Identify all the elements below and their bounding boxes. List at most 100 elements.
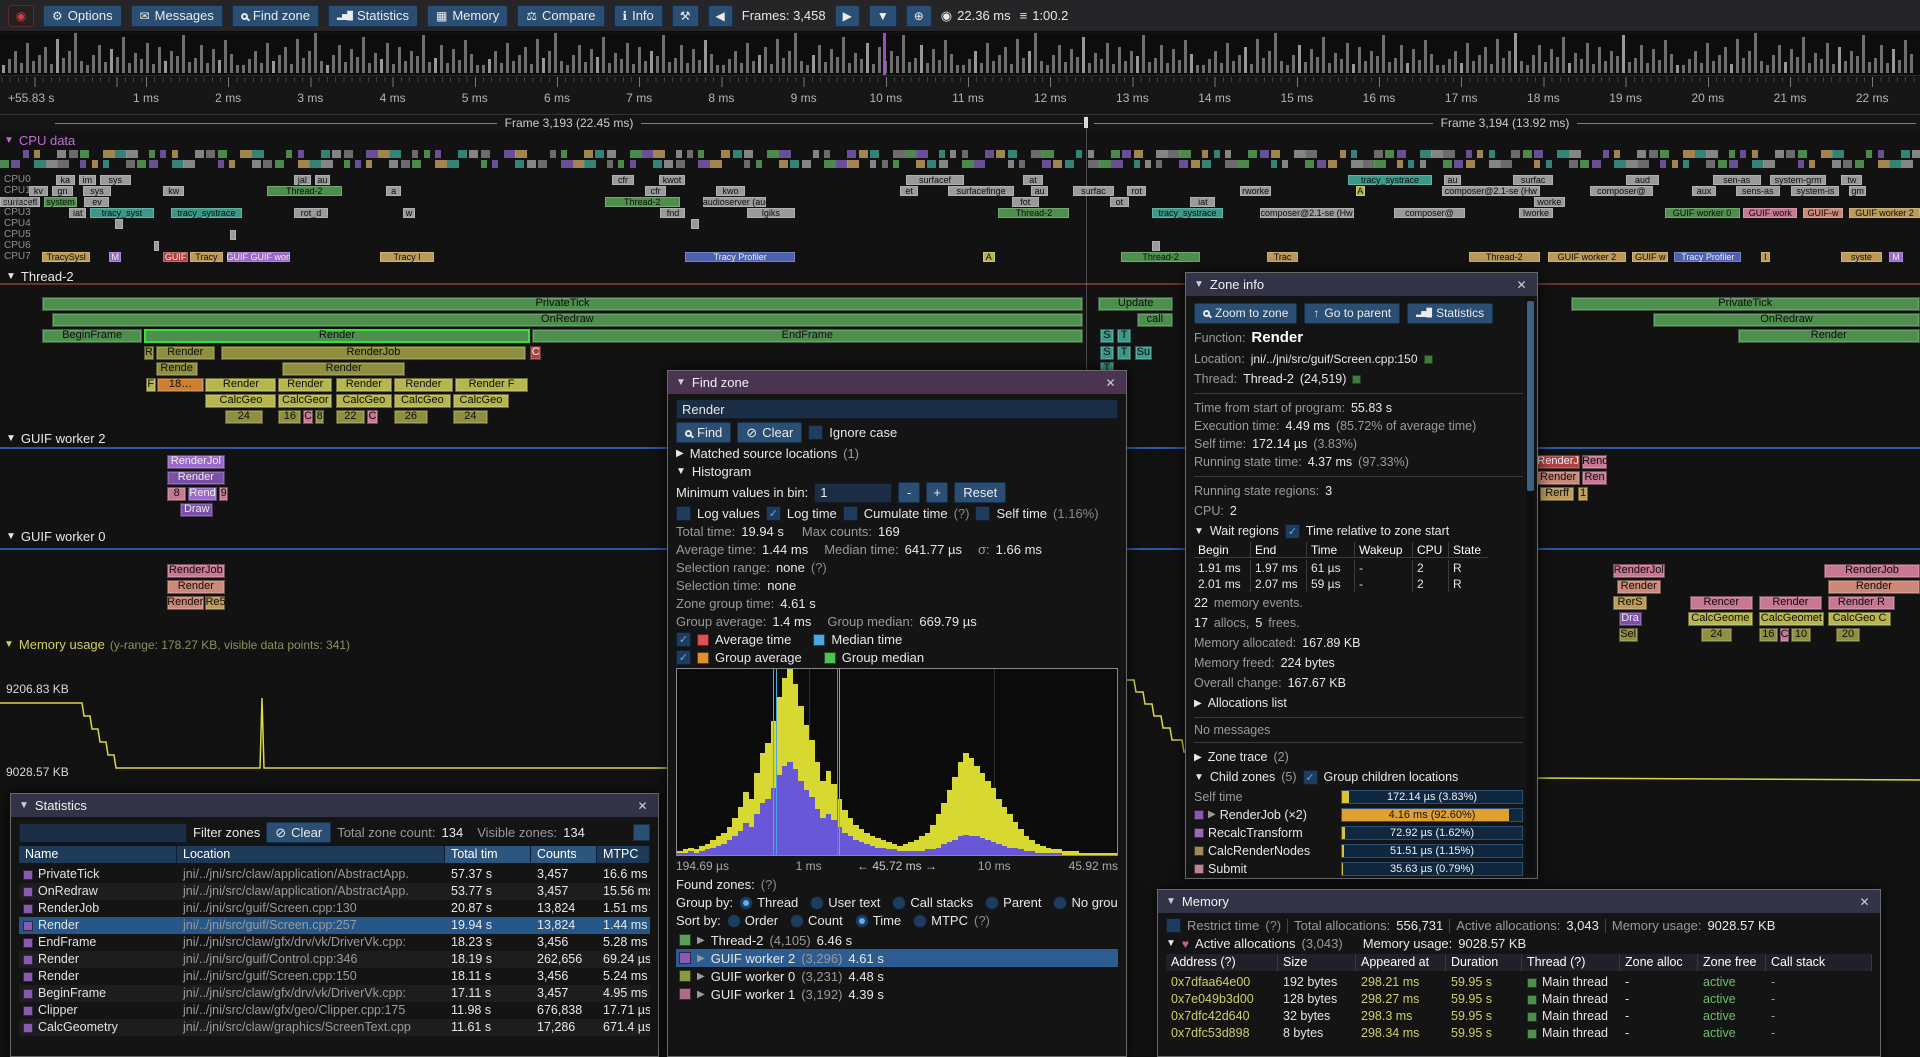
cpu-zone[interactable] — [154, 241, 160, 251]
frame-bar[interactable] — [710, 54, 713, 73]
frame-bar[interactable] — [32, 61, 35, 73]
wait-column-end[interactable]: End — [1250, 542, 1306, 558]
timeline-zone-renderjob[interactable]: RenderJob — [221, 346, 526, 360]
timeline-zone-render[interactable]: Render — [1759, 596, 1822, 610]
frame-bar[interactable] — [26, 43, 29, 73]
timeline-zone-s[interactable]: S — [1100, 329, 1113, 343]
frame-bar[interactable] — [1754, 33, 1757, 73]
ignore-case-checkbox[interactable] — [808, 425, 823, 440]
frame-span-3193[interactable]: Frame 3,193 (22.45 ms) — [55, 115, 1083, 131]
frame-bar[interactable] — [854, 53, 857, 73]
frame-bar[interactable] — [1502, 58, 1505, 73]
statistics-row[interactable]: Renderjni/../jni/src/guif/Screen.cpp:150… — [19, 968, 650, 985]
zoom-to-zone-button[interactable]: Zoom to zone — [1194, 303, 1297, 324]
frame-bar[interactable] — [2, 65, 5, 73]
column-header-duration[interactable]: Duration — [1446, 954, 1522, 971]
frame-bar[interactable] — [464, 40, 467, 73]
frame-bar[interactable] — [1172, 49, 1175, 73]
find-button[interactable]: Find — [676, 422, 731, 443]
frame-bar[interactable] — [1046, 65, 1049, 73]
frame-bar[interactable] — [338, 45, 341, 73]
frame-bar[interactable] — [302, 58, 305, 73]
cpu-zone[interactable]: GUIF w — [1632, 252, 1668, 262]
frame-bar[interactable] — [770, 64, 773, 73]
child-zone-row-submit[interactable]: Submit35.63 µs (0.79%) — [1194, 860, 1523, 877]
cpu-zone[interactable]: kw — [163, 186, 184, 196]
frame-bar[interactable] — [260, 63, 263, 73]
column-header-total-tim[interactable]: Total tim — [445, 846, 531, 863]
frame-bar[interactable] — [1526, 65, 1529, 73]
timeline-zone-renderjob[interactable]: RenderJob — [1824, 564, 1920, 578]
cpu-zone[interactable]: fnd — [660, 208, 685, 218]
cpu-zone[interactable]: Tracy Profiler — [685, 252, 794, 262]
frame-bar[interactable] — [956, 65, 959, 73]
frame-bar[interactable] — [1052, 55, 1055, 73]
find-zone-search-input[interactable] — [676, 399, 1118, 419]
frame-bar[interactable] — [368, 63, 371, 73]
cpu-zone[interactable]: gn — [52, 186, 73, 196]
column-header-name[interactable]: Name — [19, 846, 177, 863]
frame-bar[interactable] — [296, 39, 299, 73]
group-children-checkbox[interactable] — [1303, 770, 1318, 785]
frame-bar[interactable] — [1370, 51, 1373, 73]
cpu-zone[interactable]: system-grm — [1770, 175, 1826, 185]
cpu-zone[interactable] — [691, 219, 699, 229]
frame-bar[interactable] — [902, 35, 905, 73]
cpu-zone[interactable]: gm — [1849, 186, 1866, 196]
frame-bar[interactable] — [572, 55, 575, 73]
frame-bar[interactable] — [668, 62, 671, 73]
timeline-zone-privatetick[interactable]: PrivateTick — [42, 297, 1083, 311]
frame-bar[interactable] — [950, 54, 953, 73]
statistics-titlebar[interactable]: ▼ Statistics ✕ — [11, 794, 658, 817]
frame-bar[interactable] — [1202, 65, 1205, 73]
expand-icon[interactable]: ▶ — [697, 935, 705, 946]
memory-usage-section-label[interactable]: ▼ Memory usage (y-range: 178.27 KB, visi… — [4, 637, 350, 652]
frame-bar[interactable] — [1766, 65, 1769, 73]
child-zone-row-self-time[interactable]: Self time172.14 µs (3.83%) — [1194, 788, 1523, 805]
cpu-zone[interactable]: lworke — [1519, 208, 1554, 218]
frame-bar[interactable] — [416, 56, 419, 73]
cpu-zone[interactable]: cfr — [612, 175, 633, 185]
frame-bar[interactable] — [1586, 43, 1589, 73]
timeline-zone-rerff[interactable]: Rerff — [1540, 487, 1575, 501]
frame-bar[interactable] — [1250, 64, 1253, 73]
timeline-zone-c[interactable]: C — [530, 346, 542, 360]
frame-bar[interactable] — [1556, 57, 1559, 73]
sort-by-order[interactable]: Order — [727, 913, 778, 928]
frame-bar[interactable] — [344, 62, 347, 73]
frame-bar[interactable] — [1316, 57, 1319, 73]
cumulate-time-checkbox[interactable] — [843, 506, 858, 521]
frame-bar[interactable] — [1262, 58, 1265, 73]
cpu-zone[interactable]: fot — [1012, 197, 1039, 207]
frame-bar[interactable] — [320, 61, 323, 73]
frame-bar[interactable] — [1340, 59, 1343, 73]
tools-button[interactable]: ⚒ — [672, 5, 699, 27]
timeline-zone-render[interactable]: Render — [167, 596, 203, 610]
frame-bar[interactable] — [524, 47, 527, 73]
timeline-zone-t[interactable]: T — [1117, 329, 1130, 343]
cpu-zone[interactable]: sen-as — [1713, 175, 1761, 185]
frame-bar[interactable] — [1100, 59, 1103, 73]
frame-bar[interactable] — [1454, 51, 1457, 73]
statistics-row[interactable]: Renderjni/../jni/src/guif/Screen.cpp:257… — [19, 917, 650, 934]
frame-bar[interactable] — [638, 47, 641, 73]
frame-bar[interactable] — [740, 63, 743, 73]
timeline-zone-render[interactable]: Render — [336, 378, 392, 392]
frame-bar[interactable] — [1634, 58, 1637, 73]
wait-column-cpu[interactable]: CPU — [1412, 542, 1448, 558]
frame-bar[interactable] — [152, 64, 155, 73]
frame-bar[interactable] — [1178, 60, 1181, 73]
frame-bar[interactable] — [1814, 53, 1817, 73]
frame-bar[interactable] — [548, 51, 551, 73]
frame-bar[interactable] — [1574, 53, 1577, 73]
statistics-row[interactable]: Renderjni/../jni/src/guif/Control.cpp:34… — [19, 951, 650, 968]
cpu-zone[interactable]: rworke — [1240, 186, 1271, 196]
next-frame-button[interactable]: ▶ — [835, 5, 860, 27]
timeline-zone-render[interactable]: Render — [167, 580, 225, 594]
expand-icon[interactable]: ▶ — [697, 989, 705, 1000]
frame-bar[interactable] — [1712, 61, 1715, 73]
frame-bar[interactable] — [350, 49, 353, 73]
frame-bar[interactable] — [1730, 64, 1733, 73]
cpu-zone[interactable]: lgiks — [747, 208, 795, 218]
cpu-zone[interactable]: A — [983, 252, 995, 262]
